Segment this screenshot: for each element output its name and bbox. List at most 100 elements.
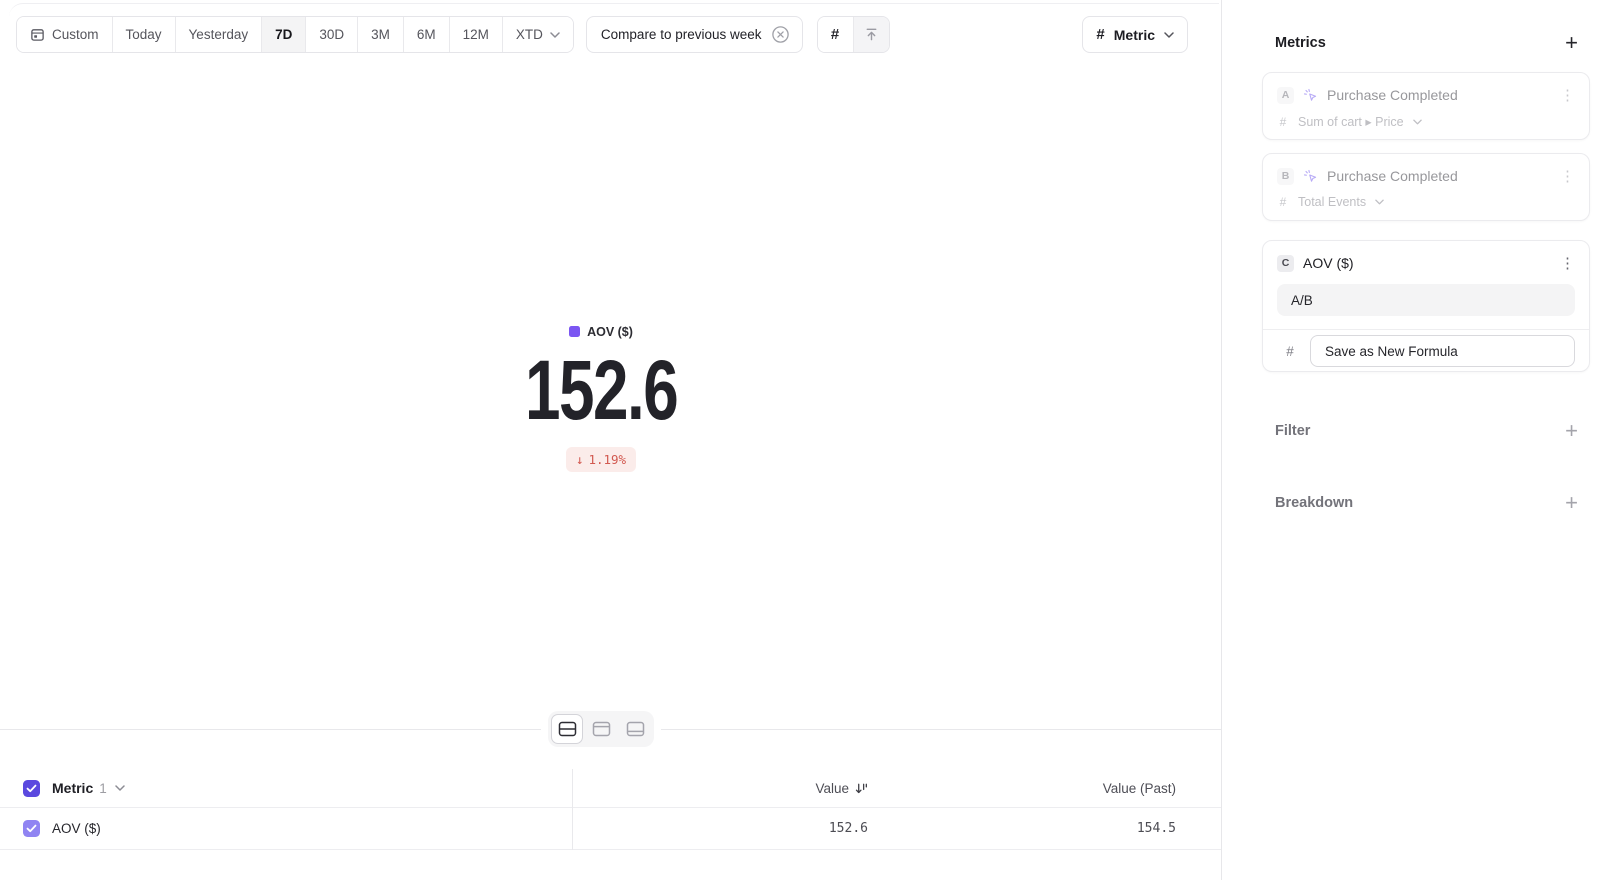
value-past-cell: 154.5 [1137, 821, 1176, 836]
metrics-section-header: Metrics + [1275, 32, 1578, 54]
date-range-12m[interactable]: 12M [449, 17, 502, 52]
value-column-header[interactable]: Value [815, 781, 868, 796]
date-range-custom[interactable]: Custom [17, 17, 112, 52]
aggregation-selector[interactable]: # Sum of cart ▸ Price [1277, 114, 1575, 129]
row-checkbox[interactable] [23, 820, 40, 837]
insights-app: Custom Today Yesterday 7D 30D 3M 6M 12M … [0, 0, 1600, 880]
metric-title: Purchase Completed [1327, 87, 1458, 103]
aggregation-label: Total Events [1298, 195, 1366, 209]
aggregation-label: Sum of cart ▸ Price [1298, 114, 1404, 129]
view-toggle-number[interactable]: # [818, 17, 853, 52]
hash-icon: # [1096, 26, 1104, 43]
metric-badge: C [1277, 255, 1294, 272]
metric-card-a[interactable]: A Purchase Completed ⋮ # Sum of cart ▸ P… [1262, 72, 1590, 140]
layout-bottom-button[interactable] [619, 714, 651, 744]
layout-top-icon [592, 721, 611, 737]
legend-label: AOV ($) [587, 325, 633, 339]
layout-split-button[interactable] [551, 714, 583, 744]
add-filter-button[interactable]: + [1565, 420, 1578, 442]
date-range-label: XTD [516, 27, 543, 42]
metric-badge: B [1277, 168, 1294, 185]
sort-descending-icon [855, 782, 868, 795]
hash-icon: # [831, 26, 839, 43]
select-all-checkbox[interactable] [23, 780, 40, 797]
layout-bottom-icon [626, 721, 645, 737]
layout-split-icon [558, 721, 577, 737]
more-options-button[interactable]: ⋮ [1560, 169, 1575, 184]
metric-type-button[interactable]: # Metric [1082, 16, 1188, 53]
hash-icon: # [1277, 195, 1289, 209]
save-formula-button[interactable]: Save as New Formula [1310, 335, 1575, 367]
metric-column-header[interactable]: Metric [52, 780, 93, 796]
table-column-divider [572, 769, 573, 850]
metric-name: AOV ($) [52, 821, 101, 836]
layout-toggle-group [548, 711, 654, 747]
date-range-yesterday[interactable]: Yesterday [175, 17, 262, 52]
metric-summary: AOV ($) 152.6 ↓ 1.19% [0, 324, 1202, 472]
add-breakdown-button[interactable]: + [1565, 492, 1578, 514]
chevron-down-icon [1375, 199, 1384, 205]
toolbar: Custom Today Yesterday 7D 30D 3M 6M 12M … [16, 16, 1188, 53]
compare-chip[interactable]: Compare to previous week [586, 16, 803, 53]
hash-icon: # [1277, 115, 1289, 129]
metric-badge: A [1277, 87, 1294, 104]
compare-chip-label: Compare to previous week [601, 27, 762, 42]
arrow-up-to-line-icon [864, 27, 879, 42]
change-badge: ↓ 1.19% [566, 447, 636, 472]
hash-icon: # [1277, 344, 1303, 359]
value-cell: 152.6 [829, 821, 868, 836]
filter-section-header: Filter + [1275, 420, 1578, 442]
date-range-today[interactable]: Today [112, 17, 175, 52]
date-range-30d[interactable]: 30D [305, 17, 357, 52]
date-range-label: 6M [417, 27, 436, 42]
date-range-3m[interactable]: 3M [357, 17, 403, 52]
metric-card-c[interactable]: C AOV ($) ⋮ A/B # Save as New Formula [1262, 240, 1590, 372]
chevron-down-icon[interactable] [115, 785, 125, 791]
remove-compare-icon[interactable] [771, 25, 790, 44]
arrow-down-icon: ↓ [576, 452, 584, 467]
date-range-label: Today [126, 27, 162, 42]
date-range-label: 30D [319, 27, 344, 42]
view-toggle-trend[interactable] [853, 17, 889, 52]
value-past-column-header[interactable]: Value (Past) [1103, 781, 1176, 796]
event-icon [1303, 88, 1318, 103]
metric-count: 1 [99, 781, 107, 796]
date-range-label: 12M [463, 27, 489, 42]
metric-title: AOV ($) [1303, 255, 1354, 271]
chevron-down-icon [1164, 32, 1174, 38]
layout-top-button[interactable] [585, 714, 617, 744]
add-metric-button[interactable]: + [1565, 32, 1578, 54]
metrics-title: Metrics [1275, 35, 1326, 51]
change-percent: 1.19% [588, 452, 626, 467]
metric-type-label: Metric [1114, 27, 1155, 43]
view-toggle-group: # [817, 16, 890, 53]
event-icon [1303, 169, 1318, 184]
more-options-button[interactable]: ⋮ [1560, 256, 1575, 271]
aggregation-selector[interactable]: # Total Events [1277, 195, 1575, 209]
date-range-label: 7D [275, 27, 292, 42]
table-header-row: Metric 1 Value Value (Past) [0, 769, 1221, 808]
formula-input[interactable]: A/B [1277, 284, 1575, 316]
more-options-button[interactable]: ⋮ [1560, 88, 1575, 103]
big-number-value: 152.6 [0, 348, 1202, 432]
chevron-down-icon [550, 32, 560, 38]
breakdown-section-header: Breakdown + [1275, 492, 1578, 514]
query-sidebar: Metrics + A Purchase Completed ⋮ # Sum o… [1222, 0, 1600, 880]
legend: AOV ($) [569, 325, 633, 339]
date-range-label: 3M [371, 27, 390, 42]
breakdown-title: Breakdown [1275, 495, 1353, 511]
date-range-xtd[interactable]: XTD [502, 17, 573, 52]
legend-color-swatch [569, 326, 580, 337]
date-range-label: Yesterday [189, 27, 249, 42]
date-range-6m[interactable]: 6M [403, 17, 449, 52]
date-range-label: Custom [52, 27, 99, 42]
metric-card-b[interactable]: B Purchase Completed ⋮ # Total Events [1262, 153, 1590, 221]
main-panel: Custom Today Yesterday 7D 30D 3M 6M 12M … [0, 0, 1222, 880]
date-range-group: Custom Today Yesterday 7D 30D 3M 6M 12M … [16, 16, 574, 53]
filter-title: Filter [1275, 423, 1310, 439]
date-range-7d[interactable]: 7D [261, 17, 305, 52]
value-header-label: Value [815, 781, 849, 796]
card-divider [1263, 329, 1589, 330]
calendar-icon [30, 27, 45, 42]
table-row[interactable]: AOV ($) 152.6 154.5 [0, 808, 1221, 850]
